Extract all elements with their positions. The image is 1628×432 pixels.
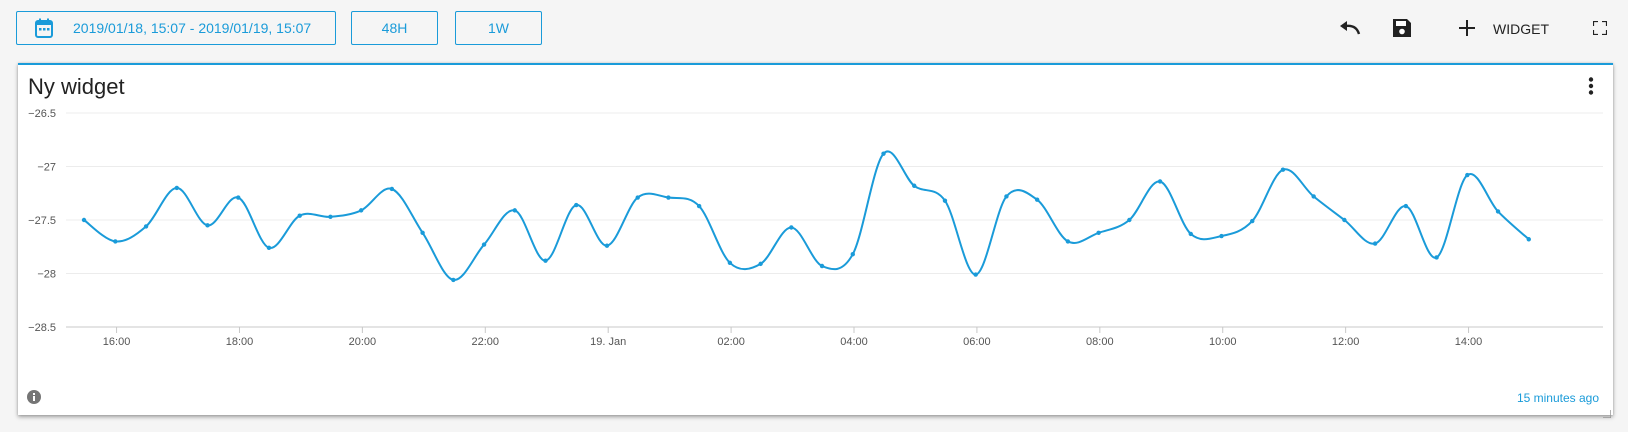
data-point [1495, 209, 1501, 214]
data-point [1250, 218, 1255, 224]
y-tick-label: −27.5 [28, 215, 56, 227]
data-point [696, 203, 702, 209]
widget-title: Ny widget [28, 74, 125, 99]
data-point [236, 195, 241, 200]
x-tick-label: 16:00 [103, 336, 131, 348]
data-point [420, 230, 425, 236]
data-point [942, 198, 948, 203]
last-updated-text: 15 minutes ago [1516, 391, 1599, 405]
data-point [574, 202, 579, 208]
data-point [389, 186, 395, 192]
undo-icon[interactable] [1338, 16, 1362, 40]
data-point [604, 243, 610, 248]
x-tick-label: 02:00 [717, 336, 745, 348]
y-tick-label: −28.5 [28, 322, 56, 334]
data-point [1526, 237, 1531, 242]
data-point [1280, 167, 1286, 172]
data-point [1096, 230, 1101, 236]
more-vert-icon[interactable] [1581, 75, 1601, 97]
data-point [1127, 217, 1132, 223]
x-tick-label: 12:00 [1332, 336, 1360, 348]
data-point [451, 277, 456, 283]
calendar-icon [35, 18, 53, 38]
data-point [1342, 217, 1347, 223]
top-toolbar: 2019/01/18, 15:07 - 2019/01/19, 15:07 48… [0, 0, 1628, 60]
data-point [758, 261, 763, 267]
data-point [143, 224, 149, 229]
add-widget-button[interactable]: WIDGET [1493, 21, 1549, 37]
line-chart: −26.5 −27 −27.5 −28 −28.5 16:00 18:00 20:00 22:0… [28, 108, 1603, 348]
y-tick-label: −28 [37, 269, 56, 281]
plus-icon[interactable] [1455, 16, 1479, 40]
data-point [666, 195, 671, 200]
data-point [328, 214, 333, 219]
data-point [1311, 194, 1316, 199]
data-point [1465, 172, 1470, 178]
y-tick-label: −26.5 [28, 108, 56, 120]
x-tick-label: 20:00 [349, 336, 377, 348]
x-tick-label: 14:00 [1455, 336, 1483, 348]
data-point [1004, 194, 1009, 199]
data-point [1034, 197, 1040, 202]
data-point [1188, 231, 1193, 237]
widget-card: −26.5 −27 −27.5 −28 −28.5 16:00 18:00 20:00 22:0… [18, 63, 1613, 419]
period-1w-button[interactable]: 1W [455, 11, 542, 45]
x-tick-label: 19. Jan [590, 336, 626, 348]
info-icon[interactable] [27, 390, 41, 404]
data-point [358, 208, 364, 213]
data-point [1434, 255, 1439, 260]
data-point [113, 239, 118, 244]
x-tick-label: 18:00 [226, 336, 254, 348]
data-point [881, 151, 886, 156]
y-tick-label: −27 [37, 162, 56, 174]
period-48h-button[interactable]: 48H [351, 11, 438, 45]
x-tick-label: 10:00 [1209, 336, 1237, 348]
data-point [543, 258, 548, 263]
date-range-button[interactable]: 2019/01/18, 15:07 - 2019/01/19, 15:07 [16, 11, 336, 45]
data-point [789, 225, 794, 230]
data-point [912, 183, 917, 188]
x-tick-label: 04:00 [840, 336, 868, 348]
date-range-text: 2019/01/18, 15:07 - 2019/01/19, 15:07 [73, 20, 312, 36]
data-point [205, 223, 210, 228]
x-tick-label: 08:00 [1086, 336, 1114, 348]
data-point [512, 208, 517, 213]
data-point [1403, 203, 1409, 209]
data-point [1065, 239, 1071, 244]
data-point [1372, 241, 1378, 246]
data-point [819, 263, 825, 269]
data-point [266, 245, 272, 251]
data-point [81, 217, 87, 223]
data-point [635, 195, 640, 200]
data-point [973, 272, 978, 277]
data-point [727, 260, 733, 265]
x-tick-label: 22:00 [472, 336, 500, 348]
data-point [1157, 179, 1163, 184]
resize-handle[interactable] [1603, 405, 1612, 419]
data-point [850, 252, 855, 257]
data-point [174, 185, 179, 191]
data-point [481, 242, 487, 247]
x-tick-label: 06:00 [963, 336, 991, 348]
save-icon[interactable] [1390, 16, 1414, 40]
fullscreen-icon[interactable] [1588, 16, 1612, 40]
data-point [1219, 233, 1224, 239]
data-point [297, 213, 302, 218]
